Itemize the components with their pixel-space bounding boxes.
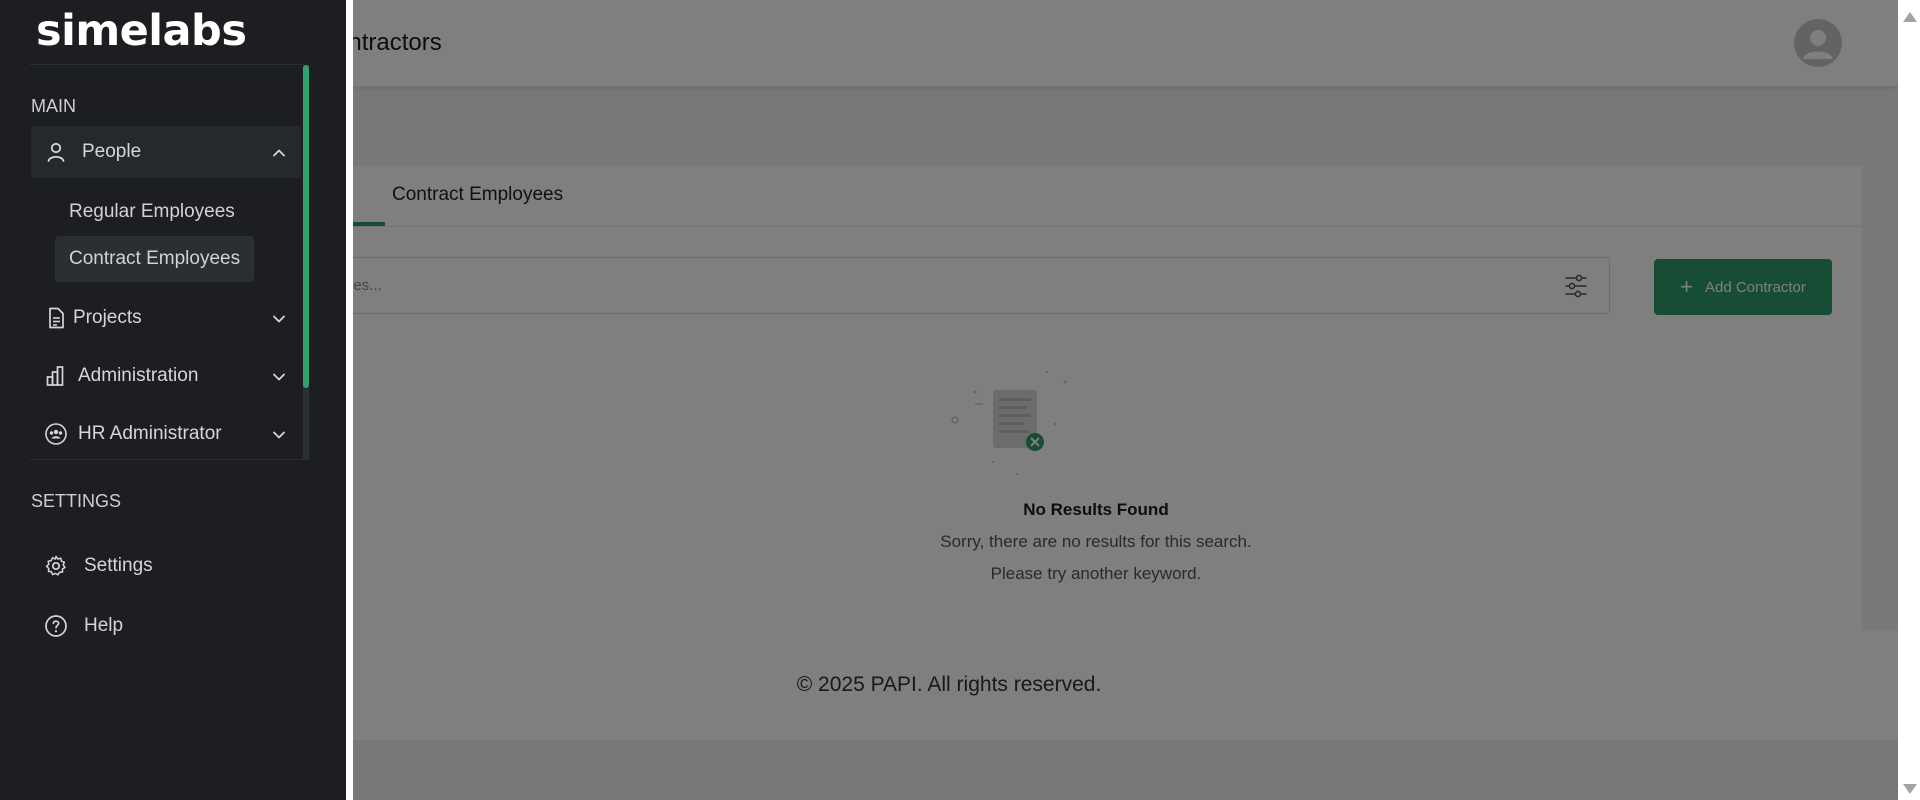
sidebar-item-settings[interactable]: Settings <box>31 541 301 591</box>
sidebar-subitem-regular-employees[interactable]: Regular Employees <box>55 189 249 235</box>
group-icon <box>45 423 67 445</box>
sidebar-item-label: Help <box>84 615 124 636</box>
sidebar-item-label: Settings <box>84 555 153 576</box>
chevron-up-icon <box>273 149 285 157</box>
sidebar-item-people[interactable]: People <box>31 126 301 178</box>
page-scrollbar[interactable] <box>1898 0 1920 800</box>
chevron-down-icon <box>273 315 285 323</box>
sidebar-item-label: People <box>82 141 142 162</box>
user-icon <box>47 142 65 162</box>
bar-chart-icon <box>46 366 64 386</box>
sidebar-item-hr-administrator[interactable]: HR Administrator <box>31 408 301 460</box>
drawer-edge <box>346 0 353 800</box>
sidebar-item-label: HR Administrator <box>78 423 222 444</box>
section-heading-main: MAIN <box>31 96 76 116</box>
scroll-up-arrow-icon[interactable] <box>1903 12 1917 22</box>
scroll-down-arrow-icon[interactable] <box>1903 784 1917 794</box>
sidebar-item-help[interactable]: Help <box>31 601 301 651</box>
chevron-down-icon <box>273 431 285 439</box>
sidebar-item-label: Projects <box>73 307 142 328</box>
document-icon <box>49 307 64 329</box>
logo: simelabs <box>36 6 247 56</box>
sidebar-item-administration[interactable]: Administration <box>31 350 301 402</box>
divider <box>30 64 304 65</box>
gear-icon <box>45 555 66 576</box>
sidebar-subitem-contract-employees[interactable]: Contract Employees <box>55 236 255 282</box>
help-circle-icon <box>45 615 67 637</box>
divider <box>30 459 304 460</box>
sidebar: simelabs MAIN People Regular Employees C… <box>0 0 346 800</box>
chevron-down-icon <box>273 373 285 381</box>
section-heading-settings: SETTINGS <box>31 491 122 511</box>
sidebar-scroll-thumb[interactable] <box>303 65 309 388</box>
sidebar-item-label: Administration <box>78 365 199 386</box>
sidebar-item-projects[interactable]: Projects <box>31 292 301 344</box>
